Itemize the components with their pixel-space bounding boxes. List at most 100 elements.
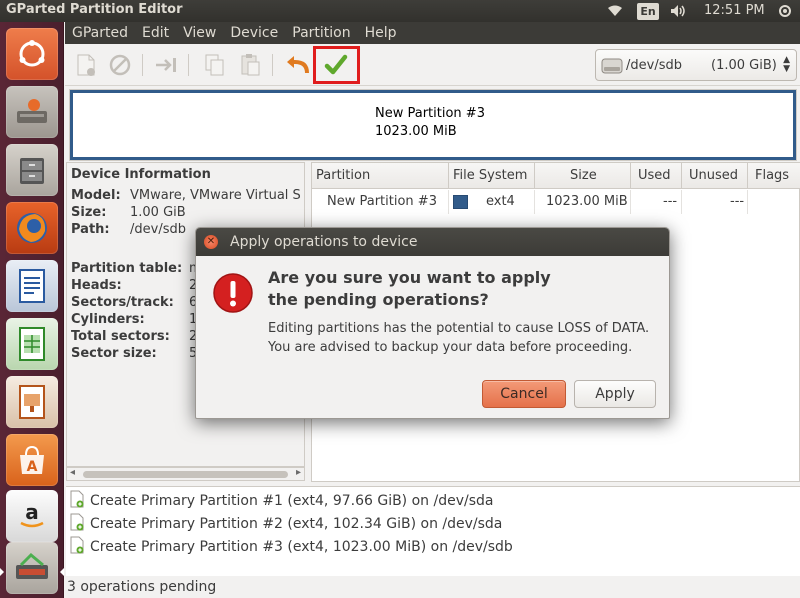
apply-all-operations-icon[interactable] (321, 50, 351, 80)
row-unused: --- (730, 194, 745, 209)
toolbar-separator (272, 54, 273, 76)
dialog-heading-line1: Are you sure you want to apply (268, 268, 551, 287)
column-size[interactable]: Size (570, 168, 597, 183)
gparted-launcher-icon[interactable] (6, 542, 58, 594)
focused-indicator (60, 568, 64, 576)
total-sectors-label: Total sectors: (71, 329, 170, 344)
clock[interactable]: 12:51 PM (704, 3, 765, 18)
device-info-scrollbar[interactable]: ◂ ▸ (66, 467, 305, 481)
menu-gparted[interactable]: GParted (65, 25, 135, 41)
svg-text:a: a (25, 501, 39, 524)
libreoffice-calc-icon[interactable] (6, 318, 58, 370)
device-selector[interactable]: /dev/sdb (1.00 GiB) ▲ ▼ (595, 49, 797, 81)
model-value: VMware, VMware Virtual S (130, 188, 301, 203)
svg-text:A: A (27, 459, 38, 475)
size-label: Size: (71, 205, 107, 220)
power-gear-icon[interactable] (774, 0, 796, 22)
menu-view[interactable]: View (176, 25, 223, 41)
model-label: Model: (71, 188, 121, 203)
dialog-message-line1: Editing partitions has the potential to … (268, 321, 650, 336)
row-partition: New Partition #3 (327, 194, 437, 209)
partition-map-name: New Partition #3 (375, 106, 485, 121)
menu-help[interactable]: Help (358, 25, 404, 41)
dialog-message-line2: You are advised to backup your data befo… (268, 340, 633, 355)
list-item[interactable]: Create Primary Partition #2 (ext4, 102.3… (70, 513, 502, 535)
partition-map[interactable]: New Partition #3 1023.00 MiB (70, 90, 796, 160)
libreoffice-impress-icon[interactable] (6, 376, 58, 428)
dash-home-icon[interactable] (6, 28, 58, 80)
list-item[interactable]: Create Primary Partition #1 (ext4, 97.66… (70, 490, 493, 512)
new-partition-icon[interactable] (71, 50, 101, 80)
table-row[interactable]: New Partition #3 ext4 1023.00 MiB --- --… (312, 190, 800, 214)
warning-icon (212, 272, 254, 318)
software-center-icon[interactable]: A (6, 434, 58, 486)
column-file-system[interactable]: File System (453, 168, 527, 183)
new-partition-op-icon (70, 536, 84, 558)
hard-disk-icon (601, 56, 623, 80)
launcher: A a (0, 22, 64, 598)
menu-edit[interactable]: Edit (135, 25, 176, 41)
new-partition-op-icon (70, 490, 84, 512)
column-used[interactable]: Used (638, 168, 671, 183)
device-information-heading: Device Information (71, 167, 211, 182)
apply-button[interactable]: Apply (574, 380, 656, 408)
column-partition[interactable]: Partition (316, 168, 370, 183)
volume-icon[interactable] (667, 0, 691, 22)
new-partition-op-icon (70, 513, 84, 535)
running-indicator (0, 568, 4, 576)
filesystem-color-swatch (453, 195, 468, 209)
resize-move-icon[interactable] (151, 50, 181, 80)
heads-label: Heads: (71, 278, 122, 293)
cylinders-label: Cylinders: (71, 312, 145, 327)
partition-table-label: Partition table: (71, 261, 183, 276)
row-used: --- (663, 194, 678, 209)
firefox-icon[interactable] (6, 202, 58, 254)
partition-map-size: 1023.00 MiB (375, 124, 457, 139)
column-unused[interactable]: Unused (689, 168, 738, 183)
undo-icon[interactable] (283, 50, 313, 80)
sectors-track-label: Sectors/track: (71, 295, 174, 310)
row-filesystem: ext4 (486, 194, 515, 209)
amazon-icon[interactable]: a (6, 490, 58, 542)
installer-icon[interactable] (6, 86, 58, 138)
dialog-title: Apply operations to device (230, 234, 418, 250)
size-value: 1.00 GiB (130, 205, 186, 220)
scrollbar-thumb[interactable] (83, 471, 288, 478)
pending-operations-list: Create Primary Partition #1 (ext4, 97.66… (66, 486, 800, 576)
top-panel: GParted Partition Editor En 12:51 PM (0, 0, 800, 22)
close-icon[interactable]: ✕ (204, 235, 218, 249)
status-text: 3 operations pending (67, 579, 217, 595)
dialog-heading-line2: the pending operations? (268, 290, 489, 309)
toolbar-separator (188, 54, 189, 76)
copy-icon[interactable] (199, 50, 229, 80)
delete-partition-icon[interactable] (105, 50, 135, 80)
path-value: /dev/sdb (130, 222, 186, 237)
menu-bar: GParted Edit View Device Partition Help (65, 22, 800, 44)
path-label: Path: (71, 222, 110, 237)
scroll-right-icon[interactable]: ▸ (296, 467, 301, 478)
wifi-icon[interactable] (604, 0, 626, 22)
keyboard-language-indicator[interactable]: En (637, 3, 659, 20)
device-size: (1.00 GiB) (711, 58, 777, 73)
menu-partition[interactable]: Partition (285, 25, 357, 41)
status-bar: 3 operations pending (66, 577, 800, 598)
scroll-left-icon[interactable]: ◂ (70, 467, 75, 478)
partition-list-header: Partition File System Size Used Unused F… (312, 163, 800, 189)
paste-icon[interactable] (235, 50, 265, 80)
row-size: 1023.00 MiB (546, 194, 628, 209)
operation-text: Create Primary Partition #1 (ext4, 97.66… (90, 493, 494, 509)
menu-device[interactable]: Device (223, 25, 285, 41)
toolbar: /dev/sdb (1.00 GiB) ▲ ▼ (65, 44, 800, 86)
operation-text: Create Primary Partition #2 (ext4, 102.3… (90, 516, 503, 532)
window-title: GParted Partition Editor (6, 2, 183, 17)
operation-text: Create Primary Partition #3 (ext4, 1023.… (90, 539, 513, 555)
column-flags[interactable]: Flags (755, 168, 789, 183)
list-item[interactable]: Create Primary Partition #3 (ext4, 1023.… (70, 536, 513, 558)
sector-size-label: Sector size: (71, 346, 157, 361)
libreoffice-writer-icon[interactable] (6, 260, 58, 312)
device-name: /dev/sdb (626, 58, 682, 73)
dialog-titlebar: ✕ Apply operations to device (196, 228, 669, 256)
cancel-button[interactable]: Cancel (482, 380, 566, 408)
files-icon[interactable] (6, 144, 58, 196)
toolbar-separator (142, 54, 143, 76)
